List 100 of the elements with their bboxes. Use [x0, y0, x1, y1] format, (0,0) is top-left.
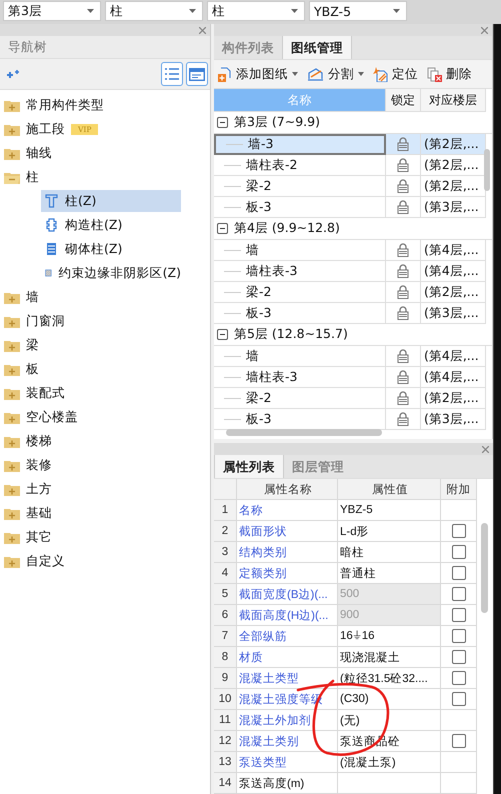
close-icon[interactable] — [199, 26, 206, 34]
tree-item[interactable]: 柱(Z) — [41, 190, 181, 212]
tree-item[interactable]: 施工段 — [26, 120, 65, 138]
table-cell[interactable]: (无) — [338, 710, 441, 731]
group-label[interactable]: 第3层 (7~9.9) — [234, 114, 320, 131]
tree-item[interactable]: 构造柱(Z) — [41, 214, 181, 236]
lock-icon[interactable] — [397, 349, 409, 363]
scrollbar[interactable] — [484, 149, 490, 191]
table-cell[interactable]: YBZ-5 — [338, 500, 441, 521]
collapse-icon[interactable] — [217, 117, 228, 128]
column-header[interactable]: 对应楼层 — [421, 89, 486, 112]
tree-item[interactable]: 墙 — [26, 288, 39, 306]
list-view-button[interactable] — [161, 62, 183, 86]
folder-icon[interactable] — [4, 410, 20, 424]
scrollbar[interactable] — [226, 429, 382, 436]
table-cell[interactable]: 梁-2 — [214, 176, 386, 197]
table-cell[interactable]: 墙柱表-2 — [214, 155, 386, 176]
checkbox[interactable] — [452, 650, 466, 664]
dropdown[interactable]: YBZ-5 — [309, 1, 407, 21]
lock-icon[interactable] — [397, 137, 409, 151]
table-cell[interactable]: 板-3 — [214, 303, 386, 324]
checkbox[interactable] — [452, 734, 466, 748]
folder-icon[interactable] — [4, 530, 20, 544]
folder-icon[interactable] — [4, 554, 20, 568]
checkbox[interactable] — [452, 692, 466, 706]
tree-item[interactable]: 柱 — [26, 168, 39, 186]
tree-item[interactable]: 其它 — [26, 528, 52, 546]
lock-icon[interactable] — [397, 179, 409, 193]
open-folder-icon[interactable] — [4, 170, 20, 184]
table-cell[interactable]: (混凝土泵) — [338, 752, 441, 773]
column-header[interactable]: 锁定 — [386, 89, 421, 112]
folder-icon[interactable] — [4, 458, 20, 472]
table-cell[interactable]: 墙-3 — [214, 134, 386, 155]
table-cell[interactable]: 墙柱表-3 — [214, 261, 386, 282]
lock-icon[interactable] — [397, 200, 409, 214]
tree-item[interactable]: 门窗洞 — [26, 312, 65, 330]
checkbox[interactable] — [452, 566, 466, 580]
folder-icon[interactable] — [4, 506, 20, 520]
tab[interactable]: 图纸管理 — [282, 36, 352, 59]
checkbox[interactable] — [452, 629, 466, 643]
tree-item[interactable]: 常用构件类型 — [26, 96, 104, 114]
group-label[interactable]: 第4层 (9.9~12.8) — [234, 220, 340, 237]
lock-icon[interactable] — [397, 412, 409, 426]
checkbox[interactable] — [452, 545, 466, 559]
folder-icon[interactable] — [4, 434, 20, 448]
scrollbar[interactable] — [481, 523, 488, 613]
folder-icon[interactable] — [4, 362, 20, 376]
lock-icon[interactable] — [397, 243, 409, 257]
table-cell[interactable]: 墙 — [214, 240, 386, 261]
folder-icon[interactable] — [4, 146, 20, 160]
tree-item[interactable]: 自定义 — [26, 552, 65, 570]
table-cell[interactable]: 现浇混凝土 — [338, 647, 441, 668]
toolbar-button[interactable]: 定位 — [373, 66, 418, 82]
table-cell[interactable]: (C30) — [338, 689, 441, 710]
tree-item[interactable]: 轴线 — [26, 144, 52, 162]
lock-icon[interactable] — [397, 158, 409, 172]
tree-item[interactable]: 土方 — [26, 480, 52, 498]
group-label[interactable]: 第5层 (12.8~15.7) — [234, 326, 348, 343]
table-cell[interactable]: 板-3 — [214, 197, 386, 218]
toolbar-button[interactable]: 删除 — [427, 66, 472, 82]
collapse-icon[interactable] — [217, 329, 228, 340]
tree-item[interactable]: 楼梯 — [26, 432, 52, 450]
tree-item[interactable]: 空心楼盖 — [26, 408, 78, 426]
tab[interactable]: 属性列表 — [214, 455, 284, 478]
tree-item[interactable]: 基础 — [26, 504, 52, 522]
table-cell[interactable]: 16⏚16 — [338, 626, 441, 647]
checkbox[interactable] — [452, 524, 466, 538]
tree-item[interactable]: 砌体柱(Z) — [41, 238, 181, 260]
toolbar-button[interactable]: 分割 — [307, 66, 364, 82]
tree-item[interactable]: 梁 — [26, 336, 39, 354]
lock-icon[interactable] — [397, 370, 409, 384]
table-cell[interactable]: 墙 — [214, 346, 386, 367]
dropdown[interactable]: 柱 — [105, 1, 203, 21]
collapse-icon[interactable] — [217, 223, 228, 234]
tree-item[interactable]: 装配式 — [26, 384, 65, 402]
close-icon[interactable] — [482, 446, 489, 452]
folder-icon[interactable] — [4, 386, 20, 400]
table-cell[interactable]: 梁-2 — [214, 282, 386, 303]
table-cell[interactable]: 墙柱表-3 — [214, 367, 386, 388]
table-cell[interactable]: 暗柱 — [338, 542, 441, 563]
close-icon[interactable] — [481, 26, 488, 34]
dropdown[interactable]: 柱 — [207, 1, 305, 21]
tree-item[interactable]: 约束边缘非阴影区(Z) — [41, 262, 181, 284]
lock-icon[interactable] — [397, 391, 409, 405]
table-cell[interactable]: L-d形 — [338, 521, 441, 542]
toolbar-button[interactable]: 添加图纸 — [218, 66, 298, 82]
folder-icon[interactable] — [4, 122, 20, 136]
dropdown[interactable]: 第3层 — [3, 1, 101, 21]
table-cell[interactable]: 梁-2 — [214, 388, 386, 409]
tree-item[interactable]: 板 — [26, 360, 39, 378]
folder-icon[interactable] — [4, 290, 20, 304]
folder-icon[interactable] — [4, 482, 20, 496]
folder-icon[interactable] — [4, 338, 20, 352]
folder-icon[interactable] — [4, 98, 20, 112]
folder-icon[interactable] — [4, 314, 20, 328]
table-cell[interactable] — [338, 773, 441, 794]
sparkle-icon[interactable] — [6, 69, 20, 79]
window-view-button[interactable] — [186, 62, 208, 86]
checkbox[interactable] — [452, 671, 466, 685]
tree-item[interactable]: 装修 — [26, 456, 52, 474]
